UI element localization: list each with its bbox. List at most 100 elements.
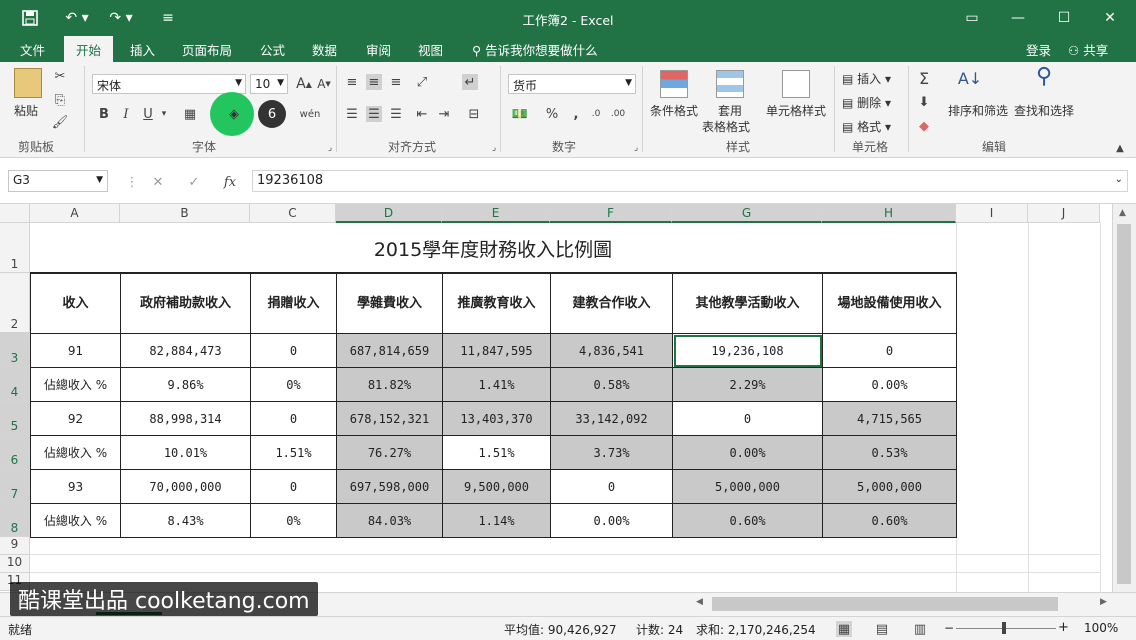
- table-cell[interactable]: 76.27%: [337, 436, 443, 470]
- copy-icon[interactable]: ⎘: [52, 92, 68, 108]
- table-cell[interactable]: 0%: [251, 368, 337, 402]
- table-cell[interactable]: 10.01%: [121, 436, 251, 470]
- conditional-format-button[interactable]: 条件格式: [650, 102, 698, 119]
- tell-me-box[interactable]: ⚲ 告诉我你想要做什么: [472, 40, 598, 59]
- table-cell[interactable]: 81.82%: [337, 368, 443, 402]
- column-header-g[interactable]: G: [672, 204, 822, 223]
- maximize-icon[interactable]: ☐: [1054, 8, 1074, 28]
- paste-button[interactable]: 粘贴: [14, 102, 38, 119]
- zoom-slider-thumb[interactable]: [1002, 622, 1006, 634]
- row-header-4[interactable]: 4: [0, 367, 30, 401]
- insert-cells-button[interactable]: ▤ 插入 ▾: [842, 70, 891, 87]
- format-as-table-icon[interactable]: [716, 70, 744, 98]
- table-cell[interactable]: 0.00%: [823, 368, 957, 402]
- zoom-level[interactable]: 100%: [1084, 621, 1118, 635]
- row-header-6[interactable]: 6: [0, 435, 30, 469]
- paste-icon[interactable]: [14, 68, 42, 98]
- format-painter-icon[interactable]: 🖌: [52, 114, 69, 130]
- border-icon[interactable]: ▦: [182, 106, 198, 122]
- table-cell[interactable]: 8.43%: [121, 504, 251, 538]
- scroll-right-icon[interactable]: ▶: [1100, 597, 1107, 607]
- table-cell[interactable]: 5,000,000: [673, 470, 823, 504]
- row-header-3[interactable]: 3: [0, 333, 30, 367]
- header-cell-other-teaching[interactable]: 其他教學活動收入: [673, 274, 823, 334]
- ribbon-display-icon[interactable]: ▭: [962, 8, 982, 28]
- increase-decimal-icon[interactable]: .0: [588, 106, 604, 122]
- table-cell[interactable]: 佔總收入 %: [31, 436, 121, 470]
- percent-style-icon[interactable]: %: [544, 106, 560, 122]
- table-cell[interactable]: 0.58%: [551, 368, 673, 402]
- font-name-select[interactable]: 宋体 ▼: [92, 74, 246, 94]
- header-cell-government-subsidy[interactable]: 政府補助款收入: [121, 274, 251, 334]
- table-cell[interactable]: 3.73%: [551, 436, 673, 470]
- tab-view[interactable]: 视图: [418, 40, 443, 59]
- grow-font-icon[interactable]: A ▲: [296, 76, 312, 92]
- table-cell[interactable]: 0.60%: [673, 504, 823, 538]
- minimize-icon[interactable]: —: [1008, 8, 1028, 28]
- format-as-table-label-2[interactable]: 表格格式: [702, 118, 750, 135]
- cell-styles-icon[interactable]: [782, 70, 810, 98]
- phonetic-icon[interactable]: wén: [300, 106, 321, 122]
- align-center-icon[interactable]: ☰: [366, 106, 382, 122]
- table-cell[interactable]: 1.41%: [443, 368, 551, 402]
- table-cell[interactable]: 0: [251, 334, 337, 368]
- sort-filter-icon[interactable]: A↓: [958, 69, 982, 88]
- normal-view-icon[interactable]: ▦: [836, 621, 852, 637]
- find-select-button[interactable]: 查找和选择: [1014, 102, 1074, 119]
- row-header-8[interactable]: 8: [0, 503, 30, 537]
- vertical-scrollbar[interactable]: ▲: [1112, 204, 1136, 592]
- align-bottom-icon[interactable]: ≡: [388, 74, 404, 90]
- merge-center-icon[interactable]: ⊟: [466, 106, 482, 122]
- font-size-select[interactable]: 10 ▼: [250, 74, 288, 94]
- increase-indent-icon[interactable]: ⇥: [436, 106, 452, 122]
- tab-formulas[interactable]: 公式: [260, 40, 285, 59]
- column-header-f[interactable]: F: [550, 204, 672, 223]
- tab-data[interactable]: 数据: [312, 40, 337, 59]
- header-cell-facility-rental[interactable]: 場地設備使用收入: [823, 274, 957, 334]
- decrease-indent-icon[interactable]: ⇤: [414, 106, 430, 122]
- table-cell[interactable]: 0.53%: [823, 436, 957, 470]
- fill-color-icon[interactable]: ◈: [226, 106, 242, 122]
- shrink-font-icon[interactable]: A ▼: [316, 76, 332, 92]
- table-cell[interactable]: 13,403,370: [443, 402, 551, 436]
- align-middle-icon[interactable]: ≡: [366, 74, 382, 90]
- table-cell[interactable]: 11,847,595: [443, 334, 551, 368]
- table-cell[interactable]: 687,814,659: [337, 334, 443, 368]
- align-right-icon[interactable]: ☰: [388, 106, 404, 122]
- header-cell-donation[interactable]: 捐贈收入: [251, 274, 337, 334]
- bold-button[interactable]: B: [96, 106, 112, 122]
- table-cell[interactable]: 1.51%: [443, 436, 551, 470]
- row-header-7[interactable]: 7: [0, 469, 30, 503]
- format-cells-button[interactable]: ▤ 格式 ▾: [842, 118, 891, 135]
- zoom-out-icon[interactable]: −: [944, 621, 954, 635]
- share-button[interactable]: ⚇ 共享: [1068, 40, 1108, 59]
- table-cell[interactable]: 88,998,314: [121, 402, 251, 436]
- table-cell[interactable]: 1.14%: [443, 504, 551, 538]
- row-header-10[interactable]: 10: [0, 555, 30, 573]
- table-cell[interactable]: 9.86%: [121, 368, 251, 402]
- header-cell-income[interactable]: 收入: [31, 274, 121, 334]
- zoom-slider-track[interactable]: [956, 628, 1056, 629]
- scrollbar-thumb[interactable]: [1117, 224, 1131, 584]
- format-as-table-label-1[interactable]: 套用: [718, 102, 742, 119]
- decrease-decimal-icon[interactable]: .00: [610, 106, 626, 122]
- table-cell[interactable]: 5,000,000: [823, 470, 957, 504]
- table-cell[interactable]: 0.00%: [673, 436, 823, 470]
- wrap-text-icon[interactable]: ↵: [462, 74, 478, 90]
- header-cell-extension-education[interactable]: 推廣教育收入: [443, 274, 551, 334]
- cell-styles-button[interactable]: 单元格样式: [766, 102, 826, 119]
- table-cell[interactable]: 0: [673, 402, 823, 436]
- table-cell[interactable]: 0: [251, 470, 337, 504]
- column-header-e[interactable]: E: [442, 204, 550, 223]
- table-cell[interactable]: 678,152,321: [337, 402, 443, 436]
- scroll-up-icon[interactable]: ▲: [1119, 208, 1126, 218]
- header-cell-tuition[interactable]: 學雜費收入: [337, 274, 443, 334]
- delete-cells-button[interactable]: ▤ 删除 ▾: [842, 94, 891, 111]
- table-cell[interactable]: 0: [251, 402, 337, 436]
- accounting-format-icon[interactable]: 💵: [512, 106, 528, 122]
- scroll-left-icon[interactable]: ◀: [696, 597, 703, 607]
- row-header-2[interactable]: 2: [0, 273, 30, 333]
- table-cell[interactable]: 0%: [251, 504, 337, 538]
- close-icon[interactable]: ✕: [1100, 8, 1120, 28]
- table-cell[interactable]: 0.60%: [823, 504, 957, 538]
